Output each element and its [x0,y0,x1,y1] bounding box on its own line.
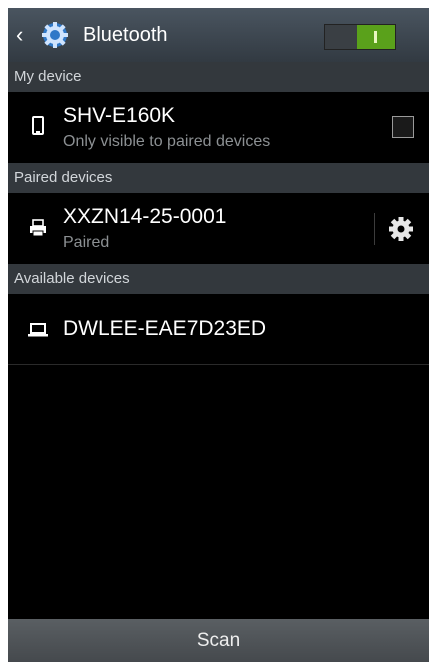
page-title: Bluetooth [83,24,168,46]
bluetooth-toggle[interactable] [324,24,396,50]
my-device-name: SHV-E160K [63,104,176,127]
paired-device-name: XXZN14-25-0001 [63,205,227,228]
chevron-left-icon[interactable]: ‹ [16,23,36,47]
paired-device-status: Paired [63,234,110,251]
available-device-name: DWLEE-EAE7D23ED [63,317,267,340]
gear-icon[interactable] [387,215,415,243]
visibility-checkbox[interactable] [392,116,414,138]
section-header-available-devices: Available devices [8,264,429,294]
my-device-row[interactable]: SHV-E160K Only visible to paired devices [8,92,429,163]
toggle-on-indicator [357,25,395,49]
scan-button[interactable]: Scan [8,619,429,662]
printer-icon [30,219,46,237]
settings-gear-icon[interactable] [40,20,70,50]
section-header-my-device: My device [8,62,429,92]
list-divider [8,364,429,365]
my-device-visibility: Only visible to paired devices [63,133,271,150]
laptop-icon [28,323,48,337]
row-divider [374,213,375,245]
available-device-row[interactable]: DWLEE-EAE7D23ED [8,294,429,364]
phone-icon [32,116,44,135]
bluetooth-settings-screen: ‹ Bluetooth My device SHV-E160K Only vis… [8,8,429,662]
paired-device-row[interactable]: XXZN14-25-0001 Paired [8,193,429,264]
section-header-paired-devices: Paired devices [8,163,429,193]
action-bar: ‹ Bluetooth [8,8,429,63]
